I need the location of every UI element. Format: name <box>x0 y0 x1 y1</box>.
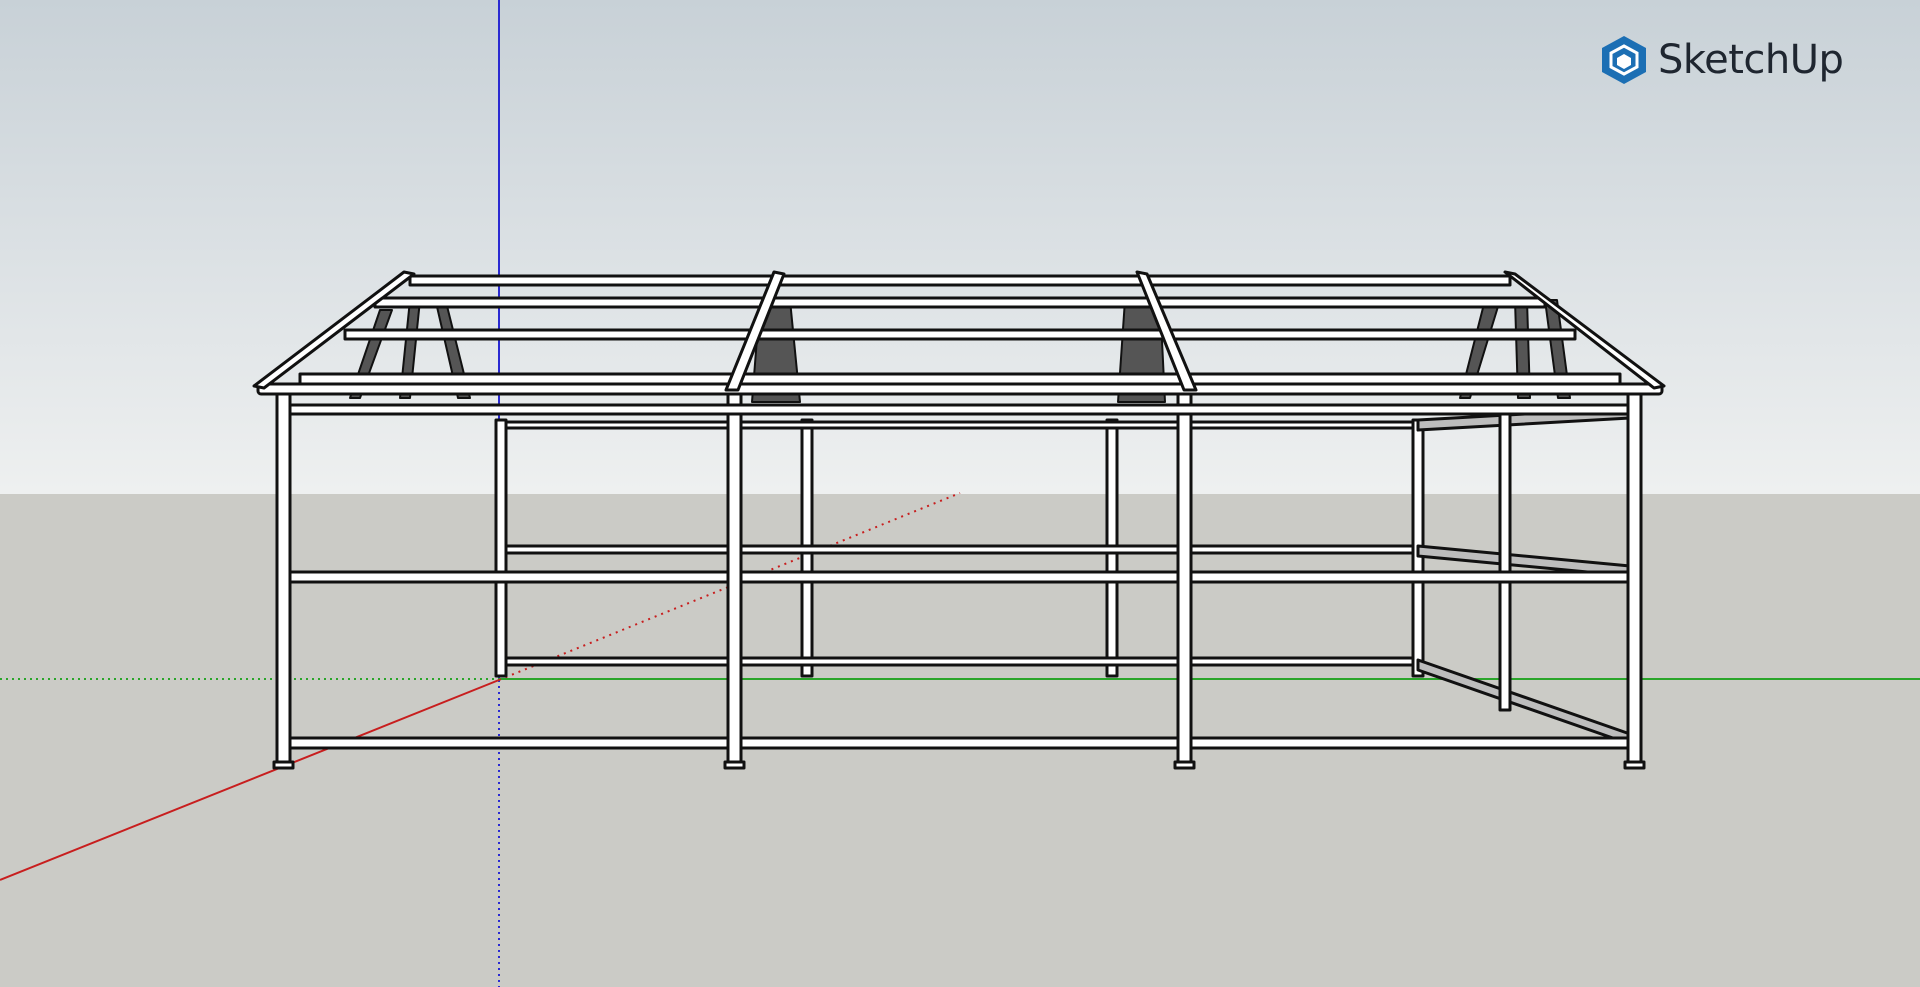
front-rail <box>739 736 1180 750</box>
model-viewport[interactable]: SketchUp <box>0 0 1920 987</box>
roof-purlin <box>373 296 1547 309</box>
front-rail <box>739 570 1180 584</box>
brand-name: SketchUp <box>1658 37 1844 83</box>
post-foot <box>723 760 746 770</box>
x-axis-positive <box>0 679 500 881</box>
roof-purlin <box>408 274 1512 287</box>
front-rail <box>1189 570 1630 584</box>
front-post <box>1626 388 1643 768</box>
front-post <box>275 388 292 768</box>
roof-eave <box>256 382 1664 396</box>
front-rail <box>288 403 1630 416</box>
side-rail <box>1416 658 1632 746</box>
front-rail <box>288 736 730 750</box>
scene-canvas[interactable] <box>0 0 1920 987</box>
side-post <box>1498 408 1512 712</box>
post-foot <box>1623 760 1646 770</box>
front-post <box>1176 388 1193 768</box>
back-rail <box>504 656 1415 667</box>
front-rail <box>288 570 730 584</box>
front-rail <box>1189 736 1630 750</box>
back-rail <box>504 420 1415 430</box>
front-post <box>726 388 743 768</box>
back-rail <box>504 544 1415 555</box>
roof-purlin <box>343 328 1577 341</box>
post-foot <box>272 760 295 770</box>
sketchup-logo: SketchUp <box>1600 32 1844 88</box>
sketchup-logo-icon <box>1602 36 1646 84</box>
post-foot <box>1173 760 1196 770</box>
